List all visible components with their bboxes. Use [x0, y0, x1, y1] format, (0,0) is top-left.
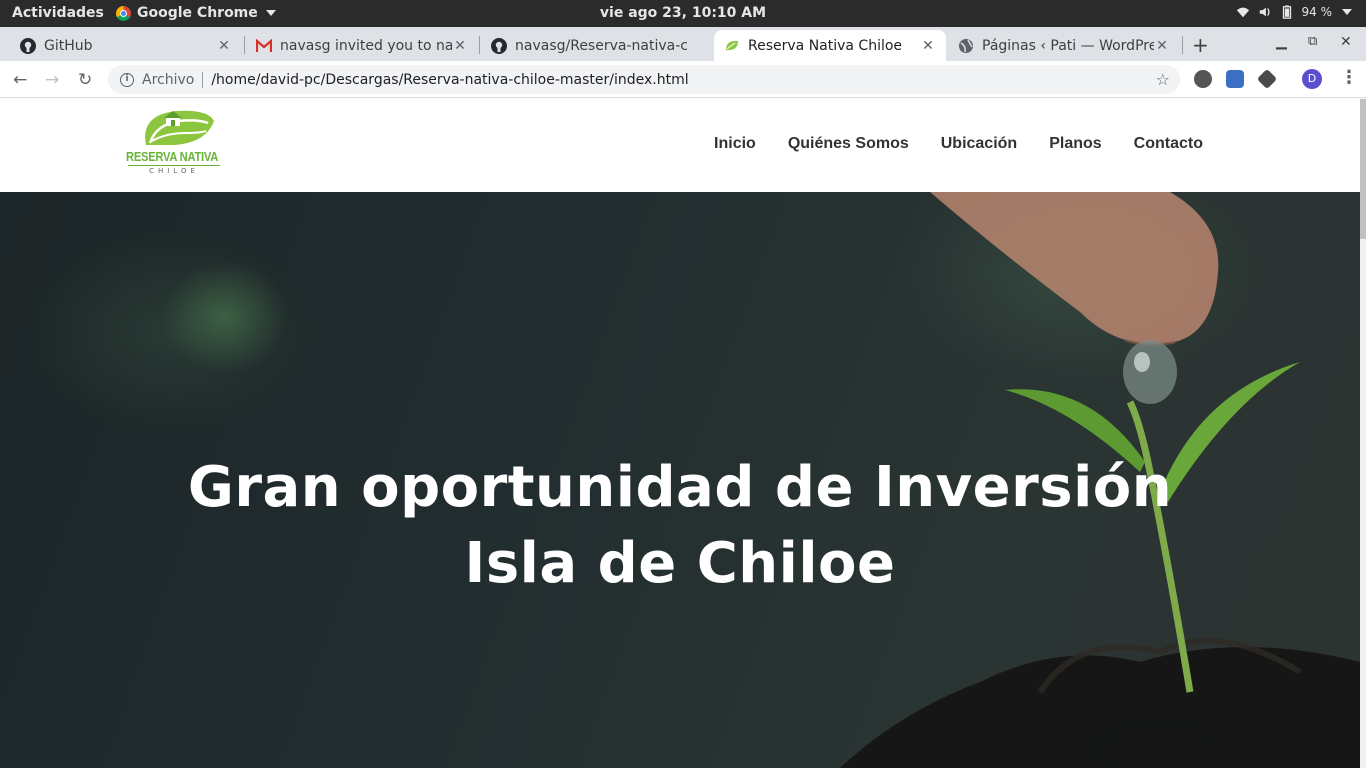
star-icon[interactable]: ☆ — [1156, 70, 1170, 89]
nav-contacto[interactable]: Contacto — [1134, 135, 1203, 153]
github-icon — [491, 37, 507, 54]
system-tray[interactable]: 94 % — [1236, 5, 1352, 19]
tab-title: navasg invited you to navasg/Reserva-nat… — [280, 37, 452, 54]
wifi-icon — [1236, 7, 1249, 18]
tab-wordpress[interactable]: Páginas ‹ Pati — WordPress ✕ — [948, 30, 1180, 61]
nav-inicio[interactable]: Inicio — [714, 135, 756, 153]
nav-planos[interactable]: Planos — [1049, 135, 1101, 153]
logo-subtitle: CHILOE — [149, 167, 199, 175]
gmail-icon — [256, 38, 272, 54]
battery-icon — [1282, 5, 1291, 19]
minimize-button[interactable]: ▁ — [1276, 34, 1287, 50]
url-text[interactable]: /home/david-pc/Descargas/Reserva-nativa-… — [211, 72, 1155, 88]
back-icon[interactable]: ← — [13, 70, 27, 90]
close-icon[interactable]: ✕ — [920, 38, 936, 54]
omnibox[interactable]: i Archivo /home/david-pc/Descargas/Reser… — [108, 65, 1180, 94]
reload-icon[interactable]: ↻ — [78, 70, 92, 90]
tab-title: Páginas ‹ Pati — WordPress — [982, 37, 1154, 54]
info-icon[interactable]: i — [120, 72, 134, 87]
close-icon[interactable]: ✕ — [452, 38, 468, 54]
restore-button[interactable]: ⧉ — [1308, 34, 1317, 49]
scrollbar-thumb[interactable] — [1360, 99, 1366, 239]
github-icon — [20, 37, 36, 54]
extension-icon[interactable] — [1194, 70, 1212, 88]
main-nav: Inicio Quiénes Somos Ubicación Planos Co… — [714, 135, 1203, 153]
tab-strip: GitHub ✕ navasg invited you to navasg/Re… — [0, 27, 1366, 61]
site-logo[interactable]: RESERVA NATIVA CHILOE — [126, 107, 222, 179]
tab-reserva-nativa[interactable]: Reserva Nativa Chiloe ✕ — [714, 30, 946, 61]
origin-chip: Archivo — [142, 71, 195, 88]
close-window-button[interactable]: ✕ — [1340, 34, 1352, 50]
leaf-icon — [724, 38, 740, 54]
system-top-bar: Actividades Google Chrome vie ago 23, 10… — [0, 0, 1366, 27]
nav-ubicacion[interactable]: Ubicación — [941, 135, 1017, 153]
tab-gmail[interactable]: navasg invited you to navasg/Reserva-nat… — [246, 30, 478, 61]
leaf-logo-icon — [145, 110, 214, 145]
volume-icon — [1259, 7, 1270, 17]
tab-title: GitHub — [44, 37, 93, 54]
tab-repo[interactable]: navasg/Reserva-nativa-chiloe — [481, 30, 713, 61]
close-icon[interactable]: ✕ — [1154, 38, 1170, 54]
menu-icon[interactable]: ⋮ — [1340, 67, 1358, 88]
caret-down-icon — [1342, 9, 1352, 15]
hero-section: Gran oportunidad de Inversión Isla de Ch… — [0, 192, 1360, 768]
clock[interactable]: vie ago 23, 10:10 AM — [0, 5, 1366, 21]
close-icon[interactable]: ✕ — [216, 38, 232, 54]
globe-icon — [958, 38, 974, 54]
extension-icon[interactable] — [1226, 70, 1244, 88]
forward-icon[interactable]: → — [45, 70, 59, 90]
hero-title: Gran oportunidad de Inversión Isla de Ch… — [187, 455, 1173, 596]
browser-toolbar: ← → ↻ i Archivo /home/david-pc/Descargas… — [0, 61, 1366, 98]
web-page: RESERVA NATIVA CHILOE Inicio Quiénes Som… — [0, 99, 1360, 768]
new-tab-button[interactable]: + — [1192, 33, 1209, 57]
site-header: RESERVA NATIVA CHILOE Inicio Quiénes Som… — [0, 99, 1360, 192]
tab-title: Reserva Nativa Chiloe — [748, 37, 903, 54]
logo-brand: RESERVA NATIVA — [126, 149, 219, 164]
nav-quienes-somos[interactable]: Quiénes Somos — [788, 135, 909, 153]
battery-level: 94 % — [1301, 5, 1333, 19]
tab-title: navasg/Reserva-nativa-chiloe — [515, 37, 687, 54]
tab-github[interactable]: GitHub ✕ — [10, 30, 242, 61]
avatar[interactable]: D — [1302, 69, 1322, 89]
